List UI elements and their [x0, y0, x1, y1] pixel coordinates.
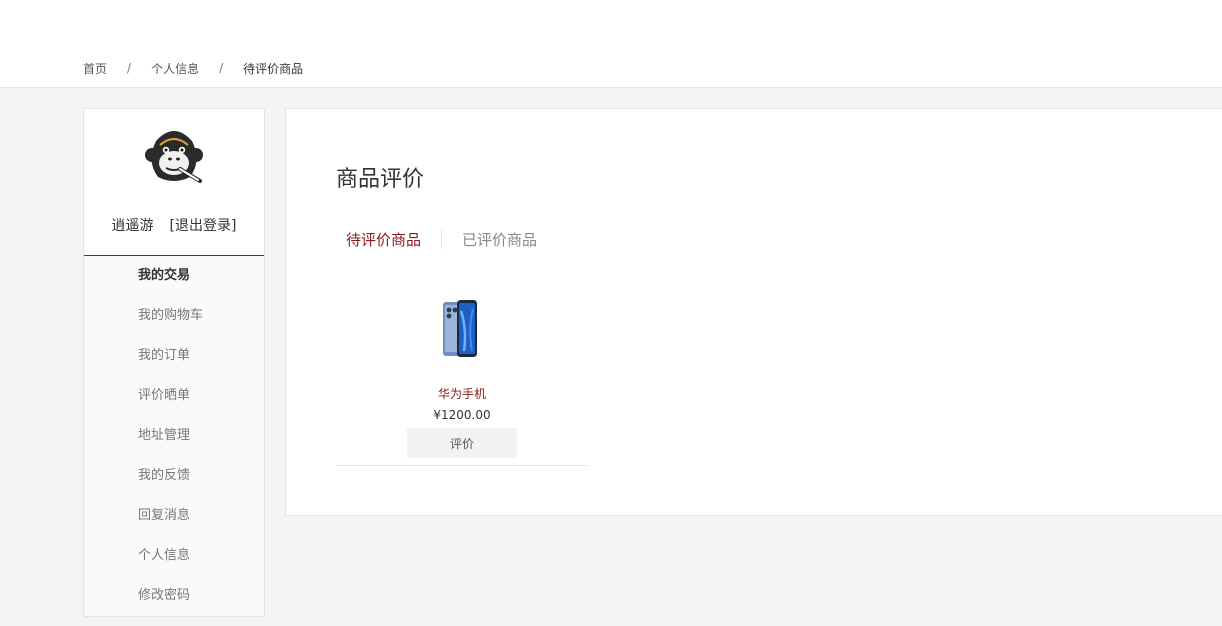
breadcrumb-home[interactable]: 首页: [83, 60, 107, 77]
sidebar-item-addresses[interactable]: 地址管理: [84, 416, 264, 456]
sidebar-item-profile[interactable]: 个人信息: [84, 536, 264, 576]
phone-image-icon[interactable]: [442, 299, 482, 361]
breadcrumb-separator: /: [219, 61, 224, 75]
sidebar-item-feedback[interactable]: 我的反馈: [84, 456, 264, 496]
tab-pending-reviews[interactable]: 待评价商品: [336, 229, 431, 250]
top-bar: 首页 / 个人信息 / 待评价商品: [0, 0, 1222, 88]
sidebar-menu: 我的交易 我的购物车 我的订单 评价晒单 地址管理 我的反馈 回复消息 个人信息…: [84, 256, 264, 616]
logout-link[interactable]: [退出登录]: [170, 218, 237, 234]
tab-reviewed-products[interactable]: 已评价商品: [452, 229, 547, 250]
sidebar-item-reviews[interactable]: 评价晒单: [84, 376, 264, 416]
breadcrumb-current: 待评价商品: [243, 61, 304, 76]
user-profile: 逍遥游 [退出登录]: [84, 109, 264, 256]
main-panel: 商品评价 待评价商品 已评价商品 华为手机 ¥1200.00 评价: [285, 108, 1222, 516]
product-name[interactable]: 华为手机: [336, 385, 588, 402]
product-price: ¥1200.00: [433, 408, 491, 422]
username: 逍遥游: [111, 218, 154, 234]
tab-divider: [441, 229, 443, 249]
sidebar-item-change-password[interactable]: 修改密码: [84, 576, 264, 616]
sidebar-item-cart[interactable]: 我的购物车: [84, 296, 264, 336]
breadcrumb: 首页 / 个人信息 / 待评价商品: [83, 60, 303, 76]
page-title: 商品评价: [336, 167, 425, 192]
review-button[interactable]: 评价: [407, 428, 517, 458]
sidebar: 逍遥游 [退出登录] 我的交易 我的购物车 我的订单 评价晒单 地址管理 我的反馈…: [83, 108, 265, 617]
sidebar-item-orders[interactable]: 我的订单: [84, 336, 264, 376]
user-line: 逍遥游 [退出登录]: [84, 215, 264, 235]
sidebar-heading-trades: 我的交易: [138, 268, 191, 283]
breadcrumb-separator: /: [127, 61, 132, 75]
review-tabs: 待评价商品 已评价商品: [336, 228, 547, 250]
sidebar-item-replies[interactable]: 回复消息: [84, 496, 264, 536]
breadcrumb-profile[interactable]: 个人信息: [151, 60, 199, 77]
gorilla-avatar-icon: [145, 131, 203, 183]
product-card: 华为手机 ¥1200.00 评价: [336, 289, 588, 466]
